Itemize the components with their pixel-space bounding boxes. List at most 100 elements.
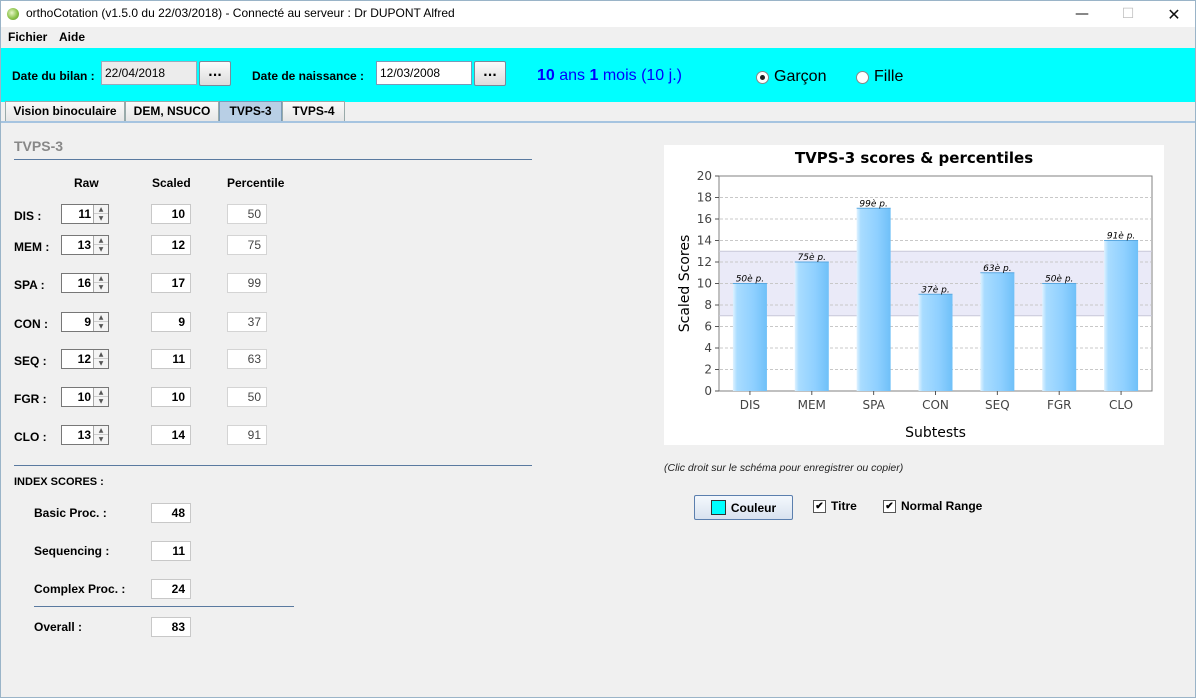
spin-up-icon[interactable]: ▲ [94,313,108,322]
raw-value-dis[interactable]: 11 [78,207,91,221]
section-title: TVPS-3 [14,138,64,154]
spin-down-icon[interactable]: ▼ [94,359,108,368]
sequencing-label: Sequencing : [34,544,110,558]
bar-mem [794,262,829,391]
raw-spinner-spa[interactable]: 16 ▲ ▼ [61,273,109,293]
raw-spinner-dis[interactable]: 11 ▲ ▼ [61,204,109,224]
normal-range-checkbox[interactable]: ✔ Normal Range [883,499,982,513]
spin-down-icon[interactable]: ▼ [94,397,108,406]
raw-value-mem[interactable]: 13 [78,238,91,252]
y-tick-label: 16 [697,212,712,226]
app-window: orthoCotation (v1.5.0 du 22/03/2018) - C… [0,0,1196,698]
spin-up-icon[interactable]: ▲ [94,205,108,214]
x-tick-label-dis: DIS [740,398,760,412]
birth-date-picker-button[interactable]: ... [474,61,506,86]
spin-down-icon[interactable]: ▼ [94,322,108,331]
scaled-value-spa: 17 [151,273,191,293]
menu-help[interactable]: Aide [59,30,85,44]
y-tick-label: 10 [697,277,712,291]
radio-checked-icon [756,70,769,84]
birth-date-label: Date de naissance : [252,69,365,83]
row-label-seq: SEQ : [14,354,47,368]
exam-date-label: Date du bilan : [12,69,95,83]
spin-up-icon[interactable]: ▲ [94,388,108,397]
title-checkbox-label: Titre [831,499,857,513]
spin-down-icon[interactable]: ▼ [94,245,108,254]
gender-radio-boy[interactable]: Garçon [756,68,826,86]
raw-spinner-mem[interactable]: 13 ▲ ▼ [61,235,109,255]
spinner-arrows[interactable]: ▲ ▼ [93,350,108,368]
data-label-mem: 75è p. [798,252,826,263]
spin-down-icon[interactable]: ▼ [94,283,108,292]
exam-date-picker-button[interactable]: ... [199,61,231,86]
app-logo-icon [7,8,19,20]
spinner-arrows[interactable]: ▲ ▼ [93,205,108,223]
checkbox-checked-icon: ✔ [813,499,826,513]
raw-value-seq[interactable]: 12 [78,352,91,366]
bar-spa [856,208,891,391]
scores-chart-panel[interactable]: TVPS-3 scores & percentiles 0 2 4 6 8 10 12 14 16… [664,145,1164,445]
y-tick-label: 6 [704,320,712,334]
spin-up-icon[interactable]: ▲ [94,426,108,435]
x-tick-label-spa: SPA [862,398,885,412]
x-tick-label-seq: SEQ [985,398,1010,412]
raw-value-con[interactable]: 9 [84,315,91,329]
raw-value-clo[interactable]: 13 [78,428,91,442]
title-checkbox[interactable]: ✔ Titre [813,499,857,513]
tab-tvps-3[interactable]: TVPS-3 [219,101,282,122]
age-months-label: mois (10 j.) [598,67,682,84]
spinner-arrows[interactable]: ▲ ▼ [93,313,108,331]
tab-vision-binoculaire[interactable]: Vision binoculaire [5,101,125,122]
tab-content-border [1,121,1195,123]
y-tick-label: 14 [697,234,712,248]
overall-value: 83 [151,617,191,637]
color-button[interactable]: Couleur [694,495,793,520]
data-label-con: 37è p. [921,284,949,295]
maximize-button[interactable]: ☐ [1105,1,1151,27]
spin-up-icon[interactable]: ▲ [94,236,108,245]
gender-girl-label: Fille [874,68,904,85]
raw-value-fgr[interactable]: 10 [78,390,91,404]
patient-header: Date du bilan : 22/04/2018 ... Date de n… [1,48,1195,102]
minimize-button[interactable]: — [1059,1,1105,27]
scaled-value-dis: 10 [151,204,191,224]
y-tick-label: 2 [704,363,712,377]
spin-up-icon[interactable]: ▲ [94,350,108,359]
y-tick-label: 4 [704,341,712,355]
raw-spinner-clo[interactable]: 13 ▲ ▼ [61,425,109,445]
x-tick-label-mem: MEM [798,398,826,412]
spin-down-icon[interactable]: ▼ [94,214,108,223]
spin-down-icon[interactable]: ▼ [94,435,108,444]
spinner-arrows[interactable]: ▲ ▼ [93,426,108,444]
exam-date-field[interactable]: 22/04/2018 [101,61,197,85]
spin-up-icon[interactable]: ▲ [94,274,108,283]
gender-radio-girl[interactable]: Fille [856,68,903,86]
raw-spinner-con[interactable]: 9 ▲ ▼ [61,312,109,332]
scores-chart[interactable]: TVPS-3 scores & percentiles 0 2 4 6 8 10 12 14 16… [664,145,1164,445]
y-tick-label: 0 [704,384,712,398]
age-years-label: ans [554,67,590,84]
menu-file[interactable]: Fichier [8,30,47,44]
x-tick-label-con: CON [922,398,949,412]
color-swatch [710,500,726,515]
x-tick-label-fgr: FGR [1047,398,1072,412]
spinner-arrows[interactable]: ▲ ▼ [93,236,108,254]
row-label-clo: CLO : [14,430,47,444]
close-button[interactable]: ✕ [1151,1,1196,27]
raw-spinner-fgr[interactable]: 10 ▲ ▼ [61,387,109,407]
scaled-value-seq: 11 [151,349,191,369]
spinner-arrows[interactable]: ▲ ▼ [93,274,108,292]
row-label-dis: DIS : [14,209,42,223]
birth-date-field[interactable]: 12/03/2008 [376,61,472,85]
overall-label: Overall : [34,620,83,634]
tab-tvps-4[interactable]: TVPS-4 [282,101,345,122]
tab-dem-nsuco[interactable]: DEM, NSUCO [125,101,219,122]
raw-value-spa[interactable]: 16 [78,276,91,290]
spinner-arrows[interactable]: ▲ ▼ [93,388,108,406]
bar-seq [980,272,1015,391]
gender-boy-label: Garçon [774,68,827,85]
basic-proc-value: 48 [151,503,191,523]
row-label-mem: MEM : [14,240,50,254]
raw-spinner-seq[interactable]: 12 ▲ ▼ [61,349,109,369]
menu-bar: Fichier Aide [1,27,1195,48]
